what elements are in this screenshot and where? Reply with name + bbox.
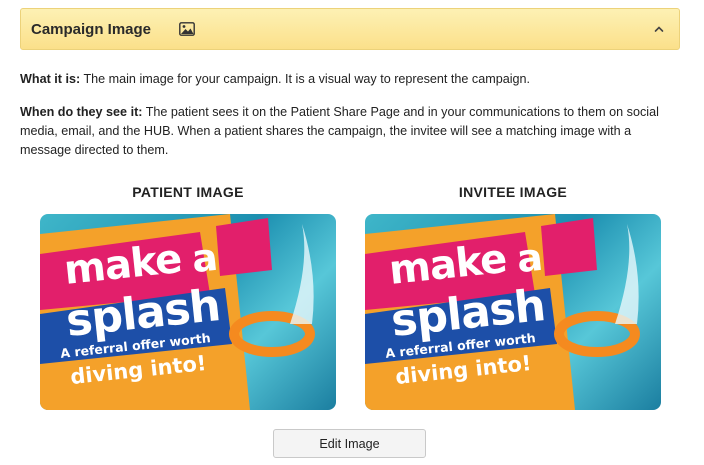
panel-title: Campaign Image: [31, 21, 152, 38]
patient-image-heading: PATIENT IMAGE: [132, 184, 244, 200]
invitee-image-heading: INVITEE IMAGE: [458, 184, 568, 200]
when-seen-label: When do they see it:: [20, 105, 143, 119]
invitee-campaign-image: make a splash A referral offer worth div…: [365, 214, 661, 410]
what-it-is-paragraph: What it is: The main image for your camp…: [20, 70, 670, 89]
chevron-up-icon[interactable]: [653, 22, 665, 34]
campaign-image-panel-header[interactable]: Campaign Image: [20, 8, 680, 50]
edit-image-button[interactable]: Edit Image: [273, 429, 426, 458]
when-seen-paragraph: When do they see it: The patient sees it…: [20, 103, 670, 160]
what-it-is-text: The main image for your campaign. It is …: [80, 72, 531, 86]
patient-image-column: PATIENT IMAGE make a splash A referral o…: [40, 184, 336, 410]
what-it-is-label: What it is:: [20, 72, 81, 86]
patient-campaign-image: make a splash A referral offer worth div…: [40, 214, 336, 410]
invitee-image-column: INVITEE IMAGE make a splash A referral o…: [365, 184, 661, 410]
artwork-text-a: a: [189, 234, 220, 282]
artwork-text-a: a: [514, 234, 545, 282]
image-icon: [179, 22, 195, 36]
